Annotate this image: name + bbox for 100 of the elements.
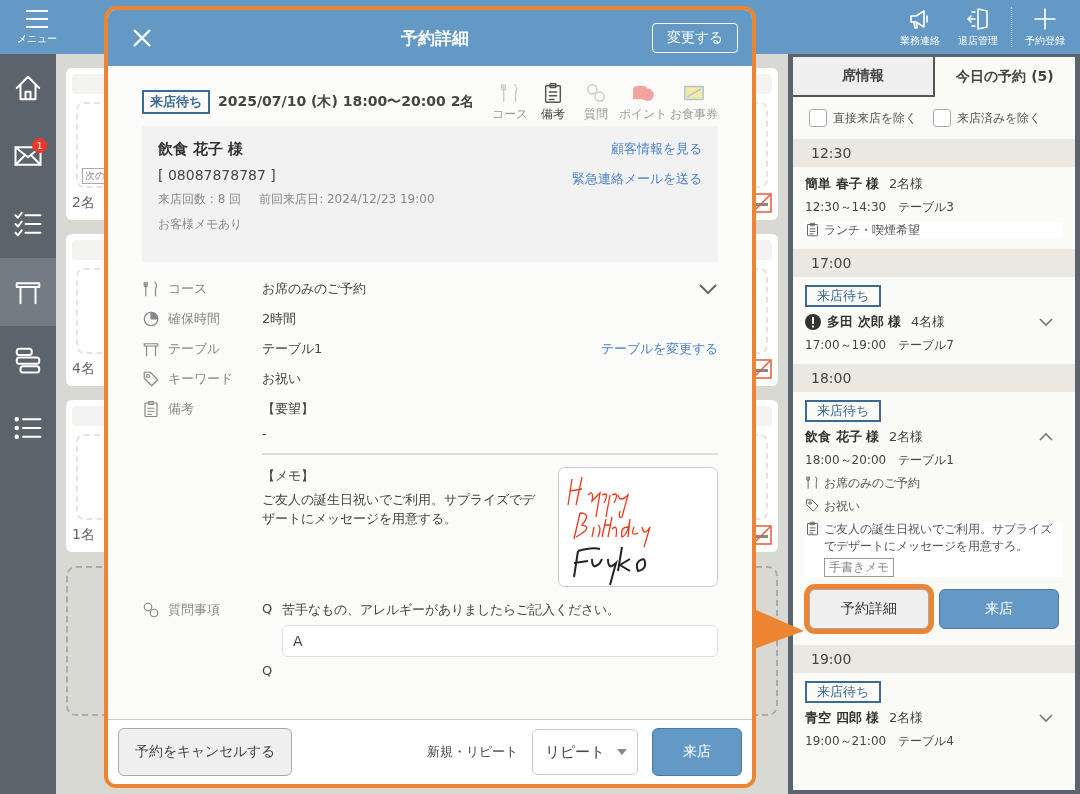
notification-badge: 1: [32, 138, 47, 153]
info-label: お食事券: [670, 105, 718, 123]
checkbox-label: 来店済みを除く: [957, 109, 1041, 127]
info-label: 質問: [584, 105, 608, 123]
chevron-down-icon[interactable]: [698, 283, 718, 295]
chevron-down-icon[interactable]: [1039, 317, 1053, 327]
time-range: 17:00～19:00: [805, 337, 887, 354]
party-size: 2名様: [889, 175, 924, 193]
status-tag: 来店待ち: [142, 90, 210, 114]
field-value: お祝い: [262, 370, 302, 388]
table-name: テーブル3: [898, 199, 954, 216]
guest-name: 飲食 花子 様: [805, 428, 880, 446]
status-tag: 来店待ち: [805, 285, 881, 307]
door-exit-icon: [966, 6, 990, 31]
tag-icon: [805, 498, 820, 513]
home-icon: [13, 73, 43, 103]
reservation-datetime: 2025/07/10 (木) 18:00〜20:00 2名: [218, 93, 475, 111]
visit-count: 来店回数 : 8 回: [158, 191, 242, 208]
tab[interactable]: 席情報: [793, 57, 935, 97]
field-label: 質問事項: [168, 601, 220, 619]
request-heading: 【要望】: [262, 400, 315, 418]
party-size: 4名様: [911, 313, 946, 331]
dialog-title: 予約詳細: [401, 26, 469, 50]
time-range: 18:00～20:00: [805, 452, 887, 469]
question-text: 苦手なもの、アレルギーがありましたらご記入ください。: [282, 601, 621, 619]
tag-icon: [142, 370, 160, 388]
phone-number: [ 08087878787 ]: [158, 167, 277, 183]
chat-bubbles-icon: [585, 81, 607, 104]
checkbox[interactable]: [809, 109, 827, 127]
time-range: 19:00～21:00: [805, 733, 887, 750]
field-label: 備考: [168, 400, 194, 418]
detail-text: お祝い: [824, 498, 860, 515]
customer-name: 飲食 花子 様: [158, 140, 245, 159]
checkbox-label: 直接来店を除く: [833, 109, 917, 127]
time-header: 19:00: [793, 645, 1075, 673]
field-label: キーワード: [168, 370, 233, 388]
answer-field[interactable]: A: [282, 625, 718, 657]
visit-type-select[interactable]: リピート: [532, 729, 638, 775]
memo-text: ご友人の誕生日祝いでご利用。サプライズでデザートにメッセージを用意する。: [262, 491, 537, 528]
menu-icon: [25, 8, 49, 29]
field-value: お席のみのご予約: [262, 280, 366, 298]
table-icon: [142, 340, 160, 358]
guest-name: 多田 次郎 様: [827, 313, 902, 331]
time-header: 12:30: [793, 139, 1075, 167]
seat-label: 4名: [72, 360, 95, 378]
question-mark-label: Q: [262, 601, 273, 618]
time-range: 12:30～14:30: [805, 199, 887, 216]
toolbar-button[interactable]: 退店管理: [949, 6, 1007, 48]
toolbar-button[interactable]: 予約登録: [1016, 6, 1074, 48]
info-label: 備考: [541, 105, 565, 123]
cancel-reservation-button[interactable]: 予約をキャンセルする: [118, 728, 292, 776]
status-tag: 来店待ち: [805, 400, 881, 422]
memo-heading: 【メモ】: [262, 467, 315, 485]
dropdown-caret-icon: [617, 749, 627, 755]
clipboard-icon: [142, 400, 160, 418]
table-name: テーブル1: [898, 452, 954, 469]
clipboard-icon: [542, 81, 564, 104]
clipboard-icon: [805, 222, 820, 237]
field-label: 確保時間: [168, 310, 220, 328]
link[interactable]: 顧客情報を見る: [611, 140, 702, 158]
chevron-down-icon[interactable]: [1039, 713, 1053, 723]
link[interactable]: 緊急連絡メールを送る: [572, 170, 702, 188]
fork-knife-icon: [805, 475, 820, 490]
edit-button[interactable]: 変更する: [652, 23, 738, 53]
menu-button[interactable]: メニュー: [14, 8, 60, 46]
arrive-button[interactable]: 来店: [652, 728, 742, 776]
question-mark-label: Q: [262, 663, 273, 678]
plus-icon: [1033, 6, 1057, 31]
checklist-icon: [13, 209, 43, 239]
last-visit: 前回来店日: 2024/12/23 19:00: [259, 191, 435, 208]
status-tag: 来店待ち: [805, 681, 881, 703]
toolbar-button[interactable]: 業務連絡: [891, 6, 949, 48]
party-size: 2名様: [889, 709, 924, 727]
party-size: 2名様: [889, 428, 924, 446]
chat-bubbles-icon: [142, 601, 160, 619]
field-value: 2時間: [262, 310, 298, 328]
time-header: 18:00: [793, 364, 1075, 392]
stacked-bars-icon: [13, 345, 43, 375]
checkbox[interactable]: [933, 109, 951, 127]
field-label: テーブル: [168, 340, 220, 358]
sidebar-item[interactable]: [0, 258, 56, 326]
seat-label: 1名: [72, 526, 95, 544]
close-button[interactable]: [132, 28, 152, 48]
close-icon: [132, 28, 152, 48]
table-name: テーブル7: [898, 337, 954, 354]
visit-type-label: 新規・リピート: [427, 743, 518, 761]
sidebar-item[interactable]: 1: [0, 122, 56, 190]
customer-memo-note: お客様メモあり: [158, 216, 243, 233]
detail-text: お席のみのご予約: [824, 475, 920, 492]
time-header: 17:00: [793, 249, 1075, 277]
table-name: テーブル4: [898, 733, 954, 750]
detail-text: ランチ・喫煙希望: [824, 222, 920, 239]
link[interactable]: テーブルを変更する: [601, 340, 718, 358]
info-label: コース: [492, 105, 528, 123]
detail-text: ご友人の誕生日祝いでご利用。サプライズでデザートにメッセージを用意すろ。: [824, 521, 1053, 555]
chevron-up-icon[interactable]: [1039, 432, 1053, 442]
fork-knife-icon: [142, 280, 160, 298]
field-label: コース: [168, 280, 207, 298]
arrive-button[interactable]: 来店: [939, 589, 1059, 629]
info-label: ポイント: [619, 105, 667, 123]
